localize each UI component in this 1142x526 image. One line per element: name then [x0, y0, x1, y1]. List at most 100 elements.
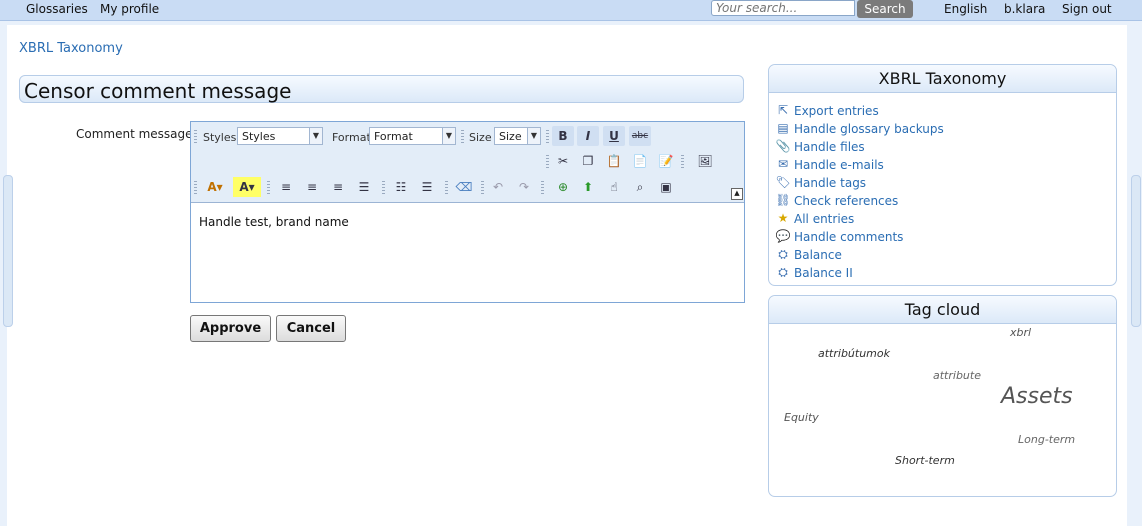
align-justify-icon[interactable]: ☰: [353, 177, 375, 197]
sidebar-item-label: Handle files: [794, 140, 865, 154]
toolbar-grip[interactable]: [546, 130, 549, 144]
comment-message-label: Comment message:: [76, 127, 197, 141]
toolbar-grip[interactable]: [194, 181, 197, 195]
paste-text-icon[interactable]: 📄: [629, 151, 651, 171]
tag-link[interactable]: Long-term: [1018, 433, 1075, 446]
chevron-down-icon: ▼: [442, 128, 455, 144]
nav-my-profile[interactable]: My profile: [100, 2, 159, 16]
approve-button[interactable]: Approve: [190, 315, 271, 342]
collapse-toolbar-icon[interactable]: ▲: [731, 188, 743, 200]
right-collapse-tab[interactable]: [1131, 175, 1141, 327]
image-icon[interactable]: 🖼: [694, 151, 716, 171]
background-color-icon[interactable]: A▾: [233, 177, 261, 197]
format-dropdown[interactable]: Format ▼: [369, 127, 456, 145]
underline-button[interactable]: U: [603, 126, 625, 146]
size-label: Size: [469, 131, 492, 144]
styles-label: Styles: [203, 131, 237, 144]
toolbar-grip[interactable]: [681, 155, 684, 169]
cancel-button[interactable]: Cancel: [276, 315, 346, 342]
bold-button[interactable]: B: [552, 126, 574, 146]
nav-glossaries[interactable]: Glossaries: [26, 2, 88, 16]
comment-icon: 💬: [775, 229, 791, 243]
toolbar-grip[interactable]: [382, 181, 385, 195]
files-icon: 📎: [775, 139, 791, 153]
hierarchy-icon: ⛭: [778, 247, 788, 261]
format-label: Format: [332, 131, 371, 144]
search-input[interactable]: [711, 0, 855, 16]
italic-button[interactable]: I: [577, 126, 599, 146]
page-title: Censor comment message: [24, 79, 292, 103]
breadcrumb[interactable]: XBRL Taxonomy: [19, 41, 123, 56]
size-value: Size: [499, 130, 522, 143]
tag-link[interactable]: xbrl: [1010, 326, 1031, 339]
search-button[interactable]: Search: [857, 0, 913, 18]
tag-link[interactable]: attribute: [933, 369, 981, 382]
source-icon[interactable]: ▣: [655, 177, 677, 197]
styles-value: Styles: [242, 130, 276, 143]
strikethrough-button[interactable]: abc: [629, 126, 651, 146]
tag-cloud-title: Tag cloud: [769, 296, 1116, 324]
chevron-down-icon: ▼: [309, 128, 322, 144]
hand-pointer-icon[interactable]: ☝: [603, 177, 625, 197]
new-page-icon[interactable]: ⊕: [552, 177, 574, 197]
size-dropdown[interactable]: Size ▼: [494, 127, 541, 145]
search-box: Search: [711, 0, 913, 18]
align-left-icon[interactable]: ≡: [275, 177, 297, 197]
toolbar-grip[interactable]: [481, 181, 484, 195]
page-title-box: Censor comment message: [19, 75, 744, 103]
sidebar-item-label: Handle e-mails: [794, 158, 884, 172]
left-collapse-tab[interactable]: [3, 175, 13, 327]
rich-text-editor: Styles Styles ▼ Format Format ▼ Size Siz…: [190, 121, 745, 303]
backup-icon: ▤: [777, 121, 789, 135]
paste-icon[interactable]: 📋: [603, 151, 625, 171]
sidebar-item-label: Balance II: [794, 266, 853, 280]
email-icon: ✉: [777, 157, 789, 171]
toolbar-grip[interactable]: [194, 130, 197, 144]
entries-icon: ★: [777, 211, 789, 225]
sidebar-menu-title: XBRL Taxonomy: [769, 65, 1116, 93]
cut-icon[interactable]: ✂: [552, 151, 574, 171]
toolbar-grip[interactable]: [541, 181, 544, 195]
tag-icon: 🏷: [775, 175, 791, 189]
undo-icon[interactable]: ↶: [487, 177, 509, 197]
align-right-icon[interactable]: ≡: [327, 177, 349, 197]
sidebar-item-label: Handle tags: [794, 176, 867, 190]
toolbar-grip[interactable]: [546, 155, 549, 169]
arrow-up-icon[interactable]: ⬆: [577, 177, 599, 197]
sidebar-item-label: Export entries: [794, 104, 879, 118]
sidebar-item-label: Balance: [794, 248, 842, 262]
tag-cloud-panel: Tag cloud xbrl attribútumok attribute As…: [768, 295, 1117, 497]
tag-link[interactable]: attribútumok: [818, 347, 890, 360]
chevron-down-icon: ▼: [527, 128, 540, 144]
top-nav-bar: Glossaries My profile Search English b.k…: [0, 0, 1142, 21]
remove-format-icon[interactable]: ⌫: [453, 177, 475, 197]
tag-link[interactable]: Assets: [1001, 384, 1073, 409]
editor-content[interactable]: Handle test, brand name: [199, 215, 349, 229]
align-center-icon[interactable]: ≡: [301, 177, 323, 197]
find-icon[interactable]: ⌕: [629, 177, 651, 197]
language-selector[interactable]: English: [944, 2, 987, 16]
bullet-list-icon[interactable]: ☰: [416, 177, 438, 197]
sidebar-item-label: All entries: [794, 212, 855, 226]
tag-link[interactable]: Short-term: [895, 454, 955, 467]
paste-word-icon[interactable]: 📝: [655, 151, 677, 171]
sign-out-link[interactable]: Sign out: [1062, 2, 1112, 16]
styles-dropdown[interactable]: Styles ▼: [237, 127, 323, 145]
references-icon: ⛓: [775, 193, 791, 207]
sidebar-menu-panel: XBRL Taxonomy ⇱ Export entries ▤ Handle …: [768, 64, 1117, 286]
toolbar-grip[interactable]: [461, 130, 464, 144]
user-profile-link[interactable]: b.klara: [1004, 2, 1045, 16]
redo-icon[interactable]: ↷: [513, 177, 535, 197]
numbered-list-icon[interactable]: ☷: [390, 177, 412, 197]
sidebar-item-label: Check references: [794, 194, 899, 208]
hierarchy-icon: ⛭: [778, 265, 788, 279]
format-value: Format: [374, 130, 413, 143]
sidebar-item-label: Handle glossary backups: [794, 122, 944, 136]
toolbar-grip[interactable]: [267, 181, 270, 195]
toolbar-grip[interactable]: [445, 181, 448, 195]
text-color-icon[interactable]: A▾: [201, 177, 229, 197]
sidebar-item-label: Handle comments: [794, 230, 904, 244]
tag-link[interactable]: Equity: [784, 411, 819, 424]
editor-toolbar: Styles Styles ▼ Format Format ▼ Size Siz…: [191, 122, 744, 203]
copy-icon[interactable]: ❐: [577, 151, 599, 171]
